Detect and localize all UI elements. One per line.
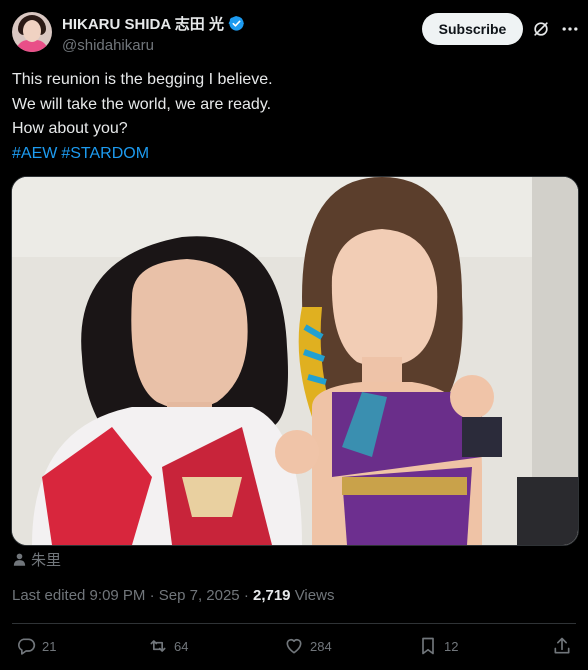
verified-badge-icon <box>228 16 244 31</box>
share-button[interactable] <box>552 636 572 656</box>
bookmark-icon <box>422 637 434 655</box>
hashtag-row: #AEW #STARDOM <box>12 142 572 167</box>
hashtag-link[interactable]: #STARDOM <box>61 145 149 162</box>
author-block: HIKARU SHIDA 志田 光 @shidahikaru <box>62 13 245 54</box>
repost-icon <box>150 640 166 652</box>
share-icon <box>554 637 570 654</box>
reply-button[interactable]: 21 <box>16 636 56 656</box>
tweet-line: We will take the world, we are ready. <box>12 95 272 113</box>
like-count: 284 <box>310 638 332 654</box>
bookmark-count: 12 <box>444 638 459 654</box>
like-button[interactable]: 284 <box>284 636 332 656</box>
avatar[interactable] <box>12 12 52 52</box>
bookmark-button[interactable]: 12 <box>418 636 458 656</box>
more-icon[interactable] <box>560 19 580 39</box>
action-bar: 21 64 284 12 <box>12 636 576 660</box>
repost-count: 64 <box>174 638 189 654</box>
like-icon <box>286 638 302 654</box>
tweet-text: This reunion is the begging I believe. W… <box>12 68 572 166</box>
views-label: Views <box>290 587 335 604</box>
author-display-name[interactable]: HIKARU SHIDA 志田 光 <box>62 13 224 34</box>
tweet-line: This reunion is the begging I believe. <box>12 71 273 88</box>
divider <box>12 623 576 624</box>
author-name-link[interactable]: HIKARU SHIDA 志田 光 <box>62 13 245 34</box>
reply-icon <box>18 638 36 655</box>
tweet-line: How about you? <box>12 120 128 137</box>
repost-button[interactable]: 64 <box>148 636 188 656</box>
photo-illustration <box>12 177 578 545</box>
hashtag-link[interactable]: #AEW <box>12 145 57 162</box>
subscribe-button[interactable]: Subscribe <box>422 13 523 45</box>
edited-timestamp[interactable]: Last edited 9:09 PM · Sep 7, 2025 · <box>12 587 253 604</box>
views-count: 2,719 <box>252 587 291 604</box>
person-tag-icon <box>13 553 26 566</box>
tweet-meta: Last edited 9:09 PM · Sep 7, 2025 · 2,71… <box>12 587 334 604</box>
tweet-header: HIKARU SHIDA 志田 光 @shidahikaru Subscribe <box>12 12 578 56</box>
photo-tag[interactable]: 朱里 <box>12 549 61 570</box>
author-handle[interactable]: @shidahikaru <box>62 37 245 54</box>
tweet-photo[interactable] <box>11 176 579 546</box>
reply-count: 21 <box>42 638 57 654</box>
grok-icon[interactable] <box>531 19 551 39</box>
photo-tag-name: 朱里 <box>31 552 62 569</box>
